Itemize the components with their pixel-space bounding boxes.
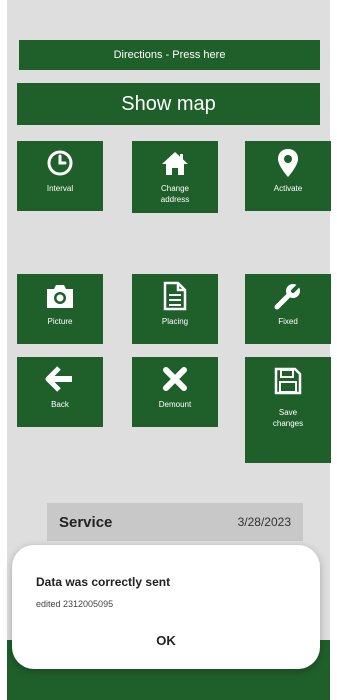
tile-interval[interactable]: Interval: [17, 141, 103, 211]
tile-label: Activate: [273, 184, 303, 193]
wrench-icon: [273, 282, 303, 310]
camera-icon: [44, 282, 76, 310]
tile-label: Picture: [47, 317, 73, 326]
directions-button[interactable]: Directions - Press here: [19, 40, 320, 70]
ok-button[interactable]: OK: [12, 633, 320, 648]
tile-label: Back: [51, 400, 69, 409]
tile-fixed[interactable]: Fixed: [245, 274, 331, 344]
tile-label: Fixed: [278, 317, 298, 326]
service-name: Service: [59, 513, 113, 531]
save-icon: [274, 367, 302, 395]
clock-icon: [46, 149, 74, 177]
tile-demount[interactable]: Demount: [132, 357, 218, 427]
tile-placing[interactable]: Placing: [132, 274, 218, 344]
tile-save-changes[interactable]: Save changes: [245, 357, 331, 463]
arrow-left-icon: [45, 365, 75, 393]
home-icon: [160, 149, 190, 177]
tile-label: Demount: [158, 400, 192, 409]
tile-picture[interactable]: Picture: [17, 274, 103, 344]
show-map-button[interactable]: Show map: [17, 83, 320, 125]
service-row[interactable]: Service 3/28/2023: [47, 503, 303, 541]
success-dialog: Data was correctly sent edited 231200509…: [12, 545, 320, 669]
x-icon: [162, 365, 188, 393]
tile-label: Change address: [160, 184, 190, 204]
dialog-title: Data was correctly sent: [36, 575, 171, 589]
tile-activate[interactable]: Activate: [245, 141, 331, 211]
map-pin-icon: [276, 149, 300, 177]
dialog-message: edited 2312005095: [36, 599, 114, 609]
tile-back[interactable]: Back: [17, 357, 103, 427]
tile-label: Interval: [46, 184, 74, 193]
tile-label: Save changes: [272, 408, 304, 428]
document-icon: [163, 281, 187, 311]
service-date: 3/28/2023: [237, 515, 291, 529]
tile-label: Placing: [161, 317, 189, 326]
tile-change-address[interactable]: Change address: [132, 141, 218, 213]
